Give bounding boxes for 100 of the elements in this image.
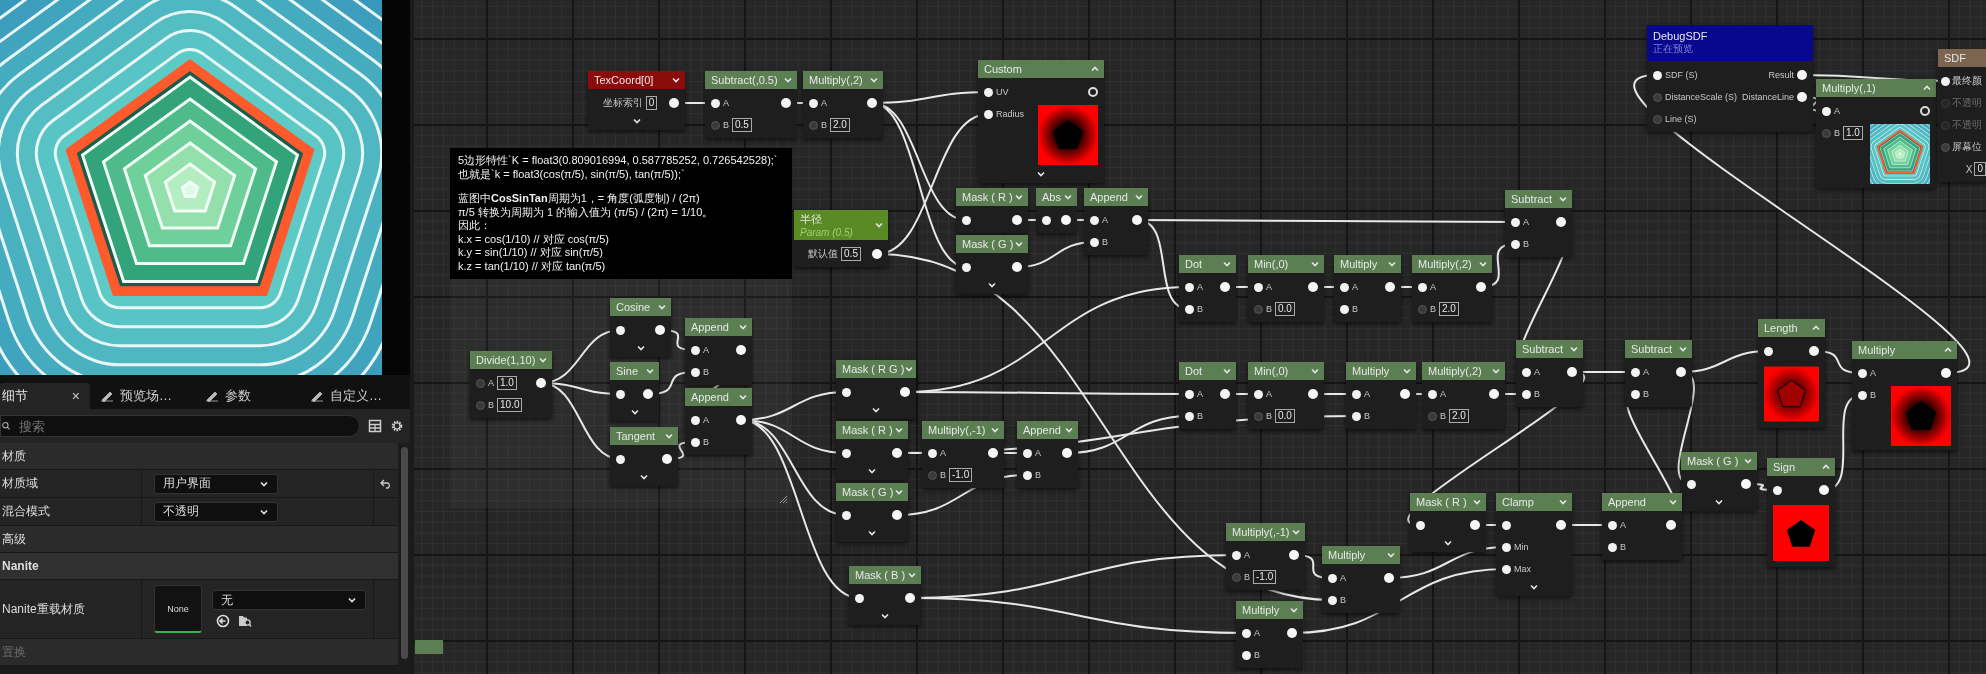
- input-pin-icon[interactable]: [1340, 282, 1349, 292]
- node-header[interactable]: Dot: [1179, 362, 1236, 380]
- input-pin-icon[interactable]: [476, 378, 485, 388]
- node-header[interactable]: Mask ( G ): [1681, 452, 1757, 470]
- node-header[interactable]: Mask ( B ): [849, 566, 921, 584]
- node-header[interactable]: Abs: [1036, 188, 1077, 206]
- node-header[interactable]: 半径 Param (0.5): [794, 210, 888, 240]
- output-pin-icon[interactable]: [1489, 389, 1499, 399]
- node-card[interactable]: Append A B: [685, 318, 752, 385]
- input-pin-icon[interactable]: [1254, 282, 1263, 292]
- value-field[interactable]: 1.0: [1843, 126, 1863, 140]
- node-header[interactable]: Multiply: [1322, 546, 1400, 564]
- node-header[interactable]: Append: [685, 318, 752, 336]
- node-card[interactable]: Subtract(,0.5) A B 0.5: [705, 71, 797, 138]
- node-header[interactable]: Multiply: [1852, 341, 1957, 359]
- input-pin-icon[interactable]: [1822, 128, 1831, 138]
- input-pin-icon[interactable]: [1185, 389, 1194, 399]
- output-pin-icon[interactable]: [1062, 448, 1072, 458]
- node-header[interactable]: Append: [1602, 493, 1682, 511]
- node-header[interactable]: Tangent: [610, 427, 678, 445]
- input-pin-icon[interactable]: [1352, 411, 1361, 421]
- input-pin-icon[interactable]: [1428, 411, 1437, 421]
- panel-tab[interactable]: 自定义…: [300, 383, 405, 409]
- input-pin-icon[interactable]: [1416, 520, 1425, 530]
- output-pin-icon[interactable]: [872, 249, 882, 259]
- value-field[interactable]: -1.0: [949, 468, 973, 482]
- output-pin-icon[interactable]: [1556, 520, 1566, 530]
- chevron-up-icon[interactable]: [1090, 64, 1100, 74]
- node-header[interactable]: DebugSDF 正在预览: [1647, 25, 1813, 61]
- input-pin-icon[interactable]: [1418, 282, 1427, 292]
- output-pin-icon[interactable]: [736, 415, 746, 425]
- input-pin-icon[interactable]: [711, 98, 720, 108]
- node-card[interactable]: Mask ( R ): [836, 421, 908, 480]
- input-pin-icon[interactable]: [842, 510, 851, 520]
- node-header[interactable]: Multiply: [1334, 255, 1401, 273]
- input-pin-icon[interactable]: [1242, 628, 1251, 638]
- input-pin-icon[interactable]: [928, 448, 937, 458]
- input-pin-icon[interactable]: [1023, 448, 1032, 458]
- node-card[interactable]: Tangent: [610, 427, 678, 486]
- node-card[interactable]: Mask ( G ): [836, 483, 908, 542]
- output-pin-icon[interactable]: [536, 378, 546, 388]
- value-field[interactable]: 0.0: [1275, 302, 1295, 316]
- input-pin-icon[interactable]: [616, 454, 625, 464]
- node-header[interactable]: Dot: [1179, 255, 1236, 273]
- node-card[interactable]: Append A B: [1017, 421, 1078, 488]
- input-pin-icon[interactable]: [1418, 304, 1427, 314]
- output-pin-icon[interactable]: [867, 98, 877, 108]
- output-pin-icon[interactable]: [1476, 282, 1486, 292]
- asset-thumbnail[interactable]: None: [154, 585, 202, 633]
- node-card[interactable]: Multiply A B: [1322, 546, 1400, 613]
- node-card[interactable]: Mask ( B ): [849, 566, 921, 625]
- input-pin-icon[interactable]: [1090, 215, 1099, 225]
- comment-box[interactable]: [450, 148, 792, 279]
- node-card[interactable]: Mask ( G ): [956, 235, 1028, 294]
- output-pin-icon[interactable]: [1819, 485, 1829, 495]
- node-header[interactable]: Append: [685, 388, 752, 406]
- input-pin-icon[interactable]: [962, 262, 971, 272]
- input-pin-icon[interactable]: [1232, 572, 1241, 582]
- chevron-down-icon[interactable]: [629, 407, 640, 417]
- input-pin-icon[interactable]: [809, 98, 818, 108]
- node-header[interactable]: Multiply(,-1): [922, 421, 1004, 439]
- chevron-down-icon[interactable]: [867, 466, 877, 476]
- value-field[interactable]: 0.0: [1275, 409, 1295, 423]
- value-field[interactable]: 2.0: [1439, 302, 1459, 316]
- input-pin-icon[interactable]: [1328, 573, 1337, 583]
- node-card[interactable]: Divide(1,10) A 1.0 B 10.0: [470, 351, 552, 418]
- node-card[interactable]: DebugSDF 正在预览 SDF (S) Result DistanceScale (S) DistanceLine Line (S): [1647, 25, 1813, 132]
- node-card[interactable]: Append A B: [1084, 188, 1148, 255]
- output-pin-icon[interactable]: [1061, 215, 1071, 225]
- node-card[interactable]: Append A B: [685, 388, 752, 455]
- node-card[interactable]: Cosine: [610, 298, 671, 357]
- input-pin-icon[interactable]: [1653, 92, 1662, 102]
- dropdown[interactable]: 不透明: [154, 501, 278, 522]
- input-pin-icon[interactable]: [616, 389, 625, 399]
- input-pin-icon[interactable]: [1858, 390, 1867, 400]
- dropdown[interactable]: 无: [212, 590, 366, 610]
- node-header[interactable]: Clamp: [1496, 493, 1572, 511]
- chevron-down-icon[interactable]: [639, 472, 649, 482]
- node-card[interactable]: Multiply(,-1) A B -1.0: [1226, 523, 1305, 590]
- settings-icon[interactable]: [390, 419, 404, 433]
- input-pin-icon[interactable]: [1653, 70, 1662, 80]
- panel-tab[interactable]: 细节 ×: [0, 383, 90, 409]
- input-pin-icon[interactable]: [1631, 367, 1640, 377]
- output-pin-icon[interactable]: [1384, 573, 1394, 583]
- dropdown[interactable]: 用户界面: [154, 473, 278, 494]
- node-card[interactable]: Length: [1758, 319, 1825, 428]
- chevron-down-icon[interactable]: [347, 595, 357, 605]
- output-pin-icon[interactable]: [643, 389, 653, 399]
- panel-tab[interactable]: 预览场…: [90, 383, 195, 409]
- input-pin-icon[interactable]: [1254, 389, 1263, 399]
- value-field[interactable]: 0.5: [732, 118, 752, 132]
- input-pin-icon[interactable]: [1090, 237, 1099, 247]
- arrow-left-circle-icon[interactable]: [216, 614, 230, 628]
- input-pin-icon[interactable]: [1522, 389, 1531, 399]
- node-card[interactable]: Multiply(,2) A B 2.0: [803, 71, 883, 138]
- close-button[interactable]: ×: [71, 388, 80, 404]
- node-header[interactable]: Min(,0): [1248, 362, 1324, 380]
- chevron-down-icon[interactable]: [631, 116, 642, 126]
- node-header[interactable]: Mask ( R G ): [836, 360, 916, 378]
- input-pin-icon[interactable]: [1502, 564, 1511, 574]
